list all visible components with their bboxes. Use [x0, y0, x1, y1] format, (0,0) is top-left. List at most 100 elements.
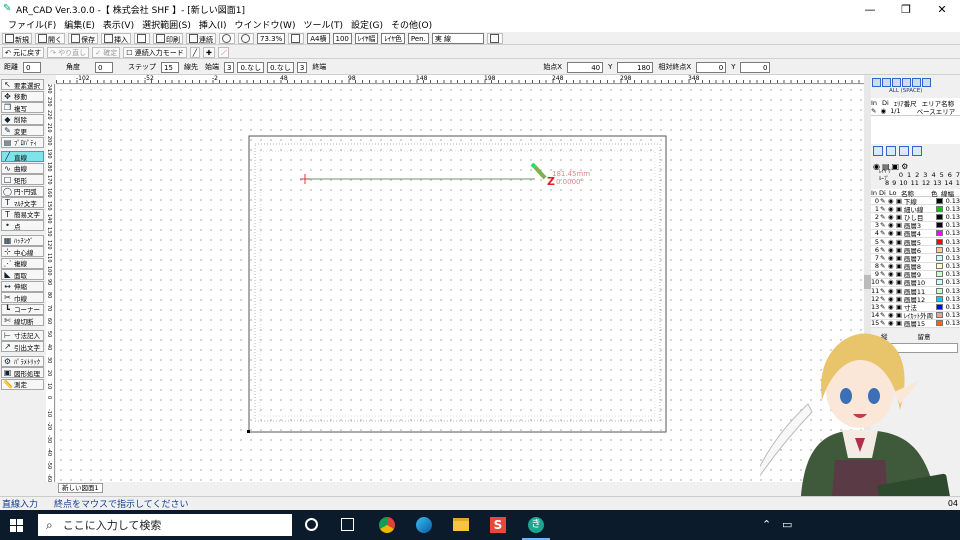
lock-icon[interactable]: ▣	[896, 229, 904, 237]
zoom-out-button[interactable]	[238, 32, 254, 44]
chrome-icon[interactable]	[379, 517, 395, 533]
point-x-field[interactable]: 40	[567, 62, 604, 73]
tool-trim-button[interactable]: ✂ 巾線	[1, 292, 44, 303]
eye-icon[interactable]: ◉	[888, 197, 896, 205]
settings-button[interactable]	[134, 32, 150, 44]
eye-icon[interactable]: ◉	[888, 311, 896, 319]
paper-select[interactable]: A4横	[307, 32, 330, 44]
snap-end-icon[interactable]	[872, 77, 881, 87]
tool-parametric-button[interactable]: ⚙ ﾊﾟﾗﾒﾄﾘｯｸ	[1, 355, 44, 367]
menu-edit[interactable]: 編集(E)	[64, 18, 95, 32]
pen-icon[interactable]: ✎	[880, 213, 888, 221]
step-field[interactable]: 15	[161, 62, 179, 73]
grid-button[interactable]	[288, 32, 305, 44]
undo-button[interactable]: ↶ 元に戻す	[2, 46, 45, 58]
layer-num-4[interactable]: 4	[931, 171, 935, 179]
layer-num-11[interactable]: 11	[911, 179, 919, 187]
menu-other[interactable]: その他(O)	[391, 18, 432, 32]
layer-num-13[interactable]: 13	[933, 179, 941, 187]
tool-delete-button[interactable]: ◆ 削除	[1, 113, 44, 125]
tool-property-button[interactable]: ▤ ﾌﾟﾛﾊﾟﾃｨ	[1, 136, 44, 148]
menu-tools[interactable]: ツール(T)	[303, 18, 343, 32]
snap-mid-icon[interactable]	[882, 77, 891, 87]
layer-num-0[interactable]: 0	[899, 171, 903, 179]
confirm-button[interactable]: ✓ 確定	[92, 46, 121, 58]
point-y-field[interactable]: 180	[617, 62, 654, 73]
menu-view[interactable]: 表示(V)	[103, 18, 134, 32]
tool-stretch-button[interactable]: ↔ 伸縮	[1, 280, 44, 292]
relative-x-field[interactable]: 0	[696, 62, 727, 73]
line-tool-button[interactable]: ╱	[189, 46, 201, 58]
pen-icon[interactable]: ✎	[880, 221, 888, 229]
scale-select[interactable]: 100	[332, 32, 352, 44]
eye-icon[interactable]: ◉	[888, 205, 896, 213]
page-tab[interactable]: 新しい図面1	[58, 483, 103, 493]
eye-icon[interactable]: ◉	[888, 270, 896, 278]
layer-color-swatch[interactable]	[935, 271, 943, 278]
explorer-icon[interactable]	[453, 518, 469, 531]
area-delete-icon[interactable]	[912, 146, 922, 156]
minimize-button[interactable]: —	[852, 0, 888, 18]
tool-cut-button[interactable]: ✄ 線切断	[1, 315, 44, 326]
insert-button[interactable]: 挿入	[101, 32, 131, 44]
new-button[interactable]: 新規	[2, 32, 32, 44]
layer-num-1[interactable]: 1	[907, 171, 911, 179]
snap-grid-icon[interactable]	[922, 77, 931, 87]
edge-icon[interactable]	[416, 517, 432, 533]
lock-icon[interactable]: ▣	[896, 213, 904, 221]
relative-y-field[interactable]: 0	[740, 62, 771, 73]
line-end-shape-select[interactable]: 0.なし	[237, 62, 265, 73]
layer-gear-icon[interactable]: ⚙	[901, 162, 908, 171]
zoom-select[interactable]: 73.3%	[257, 32, 286, 44]
taskbar-search[interactable]: ⌕ ここに入力して検索	[38, 514, 292, 536]
layer-color-swatch[interactable]	[935, 205, 943, 212]
close-button[interactable]: ✕	[924, 0, 960, 18]
eye-icon[interactable]: ◉	[888, 238, 896, 246]
snap-point-icon[interactable]	[912, 77, 921, 87]
tool-curve-button[interactable]: ∿ 曲線	[1, 162, 44, 174]
tool-dimension-button[interactable]: ⊢ 寸法記入	[1, 329, 44, 341]
area-copy-icon[interactable]	[886, 146, 896, 156]
lock-icon[interactable]: ▣	[896, 287, 904, 295]
lock-icon[interactable]: ▣	[896, 262, 904, 270]
pen-icon[interactable]: ✎	[880, 229, 888, 237]
pen-icon[interactable]: ✎	[880, 270, 888, 278]
line-end-start-select[interactable]: 3	[224, 62, 235, 73]
pen-icon[interactable]: ✎	[880, 278, 888, 286]
tool-region-button[interactable]: ▣ 図形処理	[1, 367, 44, 378]
tool-offset-button[interactable]: ⋰ 複線	[1, 257, 44, 269]
eye-icon[interactable]: ◉	[888, 229, 896, 237]
area-up-icon[interactable]	[899, 146, 909, 156]
print-button[interactable]: 印刷	[153, 32, 183, 44]
eye-icon[interactable]: ◉	[888, 287, 896, 295]
layer-color-swatch[interactable]	[935, 238, 943, 245]
layer-color-swatch[interactable]	[935, 304, 943, 311]
tool-centerline-button[interactable]: ⊹ 中心線	[1, 246, 44, 257]
angle-field[interactable]: 0	[95, 62, 113, 73]
lock-icon[interactable]: ▣	[896, 254, 904, 262]
eye-icon[interactable]: ◉	[888, 221, 896, 229]
tool-rect-button[interactable]: □ 矩形	[1, 174, 44, 185]
lock-icon[interactable]: ▣	[896, 205, 904, 213]
layer-color-select[interactable]: ﾚｲﾔ色	[381, 32, 405, 44]
snap-center-icon[interactable]	[902, 77, 911, 87]
pen-icon[interactable]: ✎	[880, 197, 888, 205]
layer-num-9[interactable]: 9	[892, 179, 896, 187]
pen-icon[interactable]: ✎	[880, 303, 888, 311]
snap-all-label[interactable]: ALL (SPACE)	[871, 88, 960, 96]
layer-color-swatch[interactable]	[935, 263, 943, 270]
view-button[interactable]	[486, 32, 503, 44]
cortana-icon[interactable]	[305, 518, 318, 531]
lock-icon[interactable]: ▣	[896, 278, 904, 286]
tool-corner-button[interactable]: ┗ コーナー	[1, 303, 44, 315]
lock-icon[interactable]: ▣	[896, 238, 904, 246]
layer-color-swatch[interactable]	[935, 197, 943, 204]
layer-num-12[interactable]: 12	[922, 179, 930, 187]
layer-color-swatch[interactable]	[935, 230, 943, 237]
layer-color-swatch[interactable]	[935, 213, 943, 220]
lock-icon[interactable]: ▣	[896, 295, 904, 303]
pen-icon[interactable]: ✎	[880, 205, 888, 213]
eye-icon[interactable]: ◉	[888, 303, 896, 311]
line-end-end-select[interactable]: 3	[296, 62, 308, 73]
lock-icon[interactable]: ▣	[896, 221, 904, 229]
